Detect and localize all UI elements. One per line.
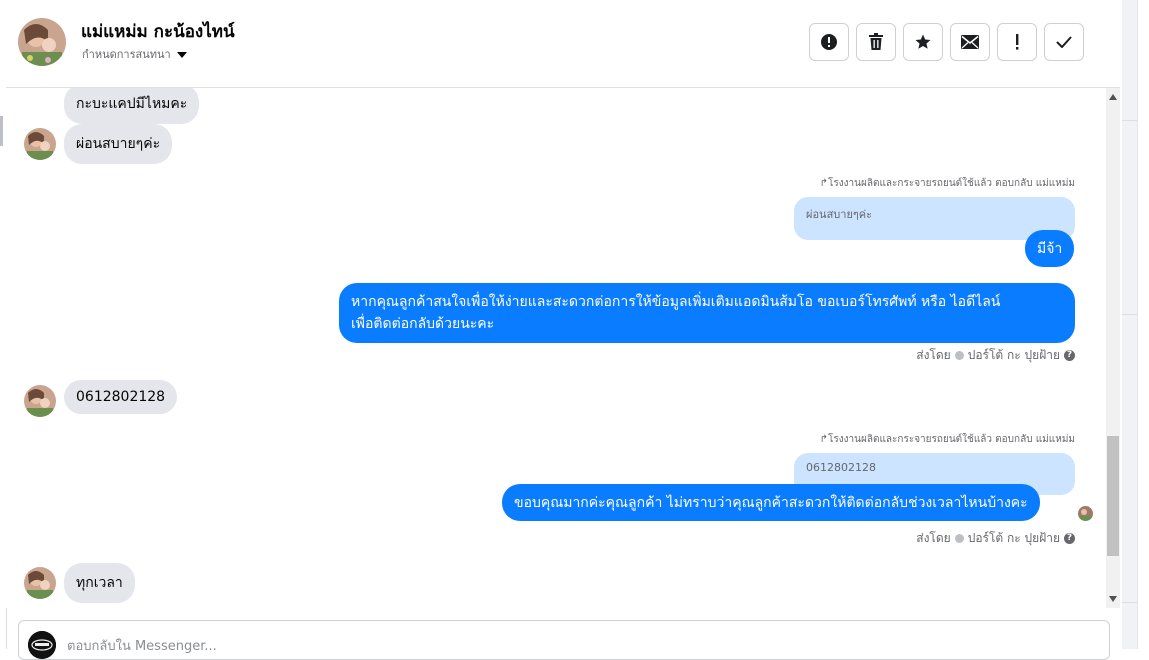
delete-button[interactable] (856, 23, 896, 61)
message-line: หากคุณลูกค้าสนใจเพื่อให้ง่ายและสะดวกต่อก… (351, 294, 1001, 310)
contact-avatar-small (24, 385, 56, 417)
reply-meta-text: โรงงานผลิตและกระจายรถยนต์ใช้แล้ว ตอบกลับ… (828, 434, 1075, 445)
message-thread[interactable]: กะบะแคปมีไหมคะ ผ่อนสบายๆค่ะ ↱โรงงานผลิตแ… (6, 88, 1106, 608)
right-panel-edge (1137, 0, 1149, 649)
report-button[interactable] (809, 23, 849, 61)
sent-by-label: ส่งโดย (916, 348, 951, 362)
contact-name[interactable]: แม่แหม่ม กะน้องไทน์ (81, 18, 235, 45)
mark-unread-button[interactable] (950, 23, 990, 61)
exclamation-icon (1016, 34, 1019, 50)
reply-meta: ↱โรงงานผลิตและกระจายรถยนต์ใช้แล้ว ตอบกลั… (820, 176, 1075, 191)
done-button[interactable] (1044, 23, 1084, 61)
header-actions (809, 23, 1084, 61)
sent-by-label: ส่งโดย (916, 531, 951, 545)
incoming-message[interactable]: 0612802128 (64, 380, 178, 414)
star-button[interactable] (903, 23, 943, 61)
reply-arrow-icon: ↱ (819, 178, 829, 189)
incoming-message[interactable]: ทุกเวลา (64, 563, 135, 603)
verified-icon (954, 534, 964, 543)
outgoing-message[interactable]: มีจ้า (1025, 230, 1075, 267)
outgoing-message[interactable]: หากคุณลูกค้าสนใจเพื่อให้ง่ายและสะดวกต่อก… (339, 283, 1075, 343)
contact-avatar-small (24, 567, 56, 599)
conversation-settings-label: กำหนดการสนทนา (82, 48, 171, 61)
message-line: เพื่อติดต่อกลับด้วยนะคะ (351, 316, 495, 332)
reply-meta: ↱โรงงานผลิตและกระจายรถยนต์ใช้แล้ว ตอบกลั… (820, 432, 1075, 447)
reply-arrow-icon: ↱ (819, 434, 829, 445)
conversation-settings-dropdown[interactable]: กำหนดการสนทนา (82, 45, 187, 63)
sender-name[interactable]: ปอร์โต้ กะ ปุยฝ้าย (968, 346, 1060, 365)
info-icon[interactable]: ? (1064, 533, 1075, 544)
info-icon[interactable]: ? (1064, 350, 1075, 361)
seen-avatar (1078, 506, 1093, 521)
contact-avatar[interactable] (18, 18, 66, 66)
outgoing-message[interactable]: ขอบคุณมากค่ะคุณลูกค้า ไม่ทราบว่าคุณลูกค้… (502, 484, 1040, 521)
reply-input-placeholder[interactable]: ตอบกลับใน Messenger... (67, 635, 217, 656)
scroll-up-arrow-icon[interactable] (1109, 94, 1117, 100)
page-logo-avatar (28, 631, 56, 659)
scroll-down-arrow-icon[interactable] (1109, 596, 1117, 602)
alert-circle-icon (821, 34, 837, 50)
sender-name[interactable]: ปอร์โต้ กะ ปุยฝ้าย (968, 529, 1060, 548)
star-icon (915, 34, 931, 49)
left-scroll-indicator (0, 116, 3, 146)
checkmark-icon (1056, 36, 1072, 48)
caret-down-icon (176, 52, 187, 58)
sent-by-line: ส่งโดย ปอร์โต้ กะ ปุยฝ้าย ? (916, 529, 1075, 548)
thread-scrollbar[interactable] (1106, 88, 1120, 608)
trash-icon (869, 33, 883, 50)
reply-composer[interactable]: ตอบกลับใน Messenger... (18, 620, 1110, 660)
incoming-message[interactable]: ผ่อนสบายๆค่ะ (64, 124, 173, 164)
reply-meta-text: โรงงานผลิตและกระจายรถยนต์ใช้แล้ว ตอบกลับ… (828, 178, 1075, 189)
conversation-header: แม่แหม่ม กะน้องไทน์ กำหนดการสนทนา (6, 0, 1120, 88)
incoming-message[interactable]: กะบะแคปมีไหมคะ (64, 88, 200, 124)
important-button[interactable] (997, 23, 1037, 61)
sent-by-line: ส่งโดย ปอร์โต้ กะ ปุยฝ้าย ? (916, 346, 1075, 365)
scroll-thumb[interactable] (1107, 436, 1119, 556)
verified-icon (954, 351, 964, 360)
envelope-icon (961, 35, 979, 49)
contact-avatar-small (24, 128, 56, 160)
